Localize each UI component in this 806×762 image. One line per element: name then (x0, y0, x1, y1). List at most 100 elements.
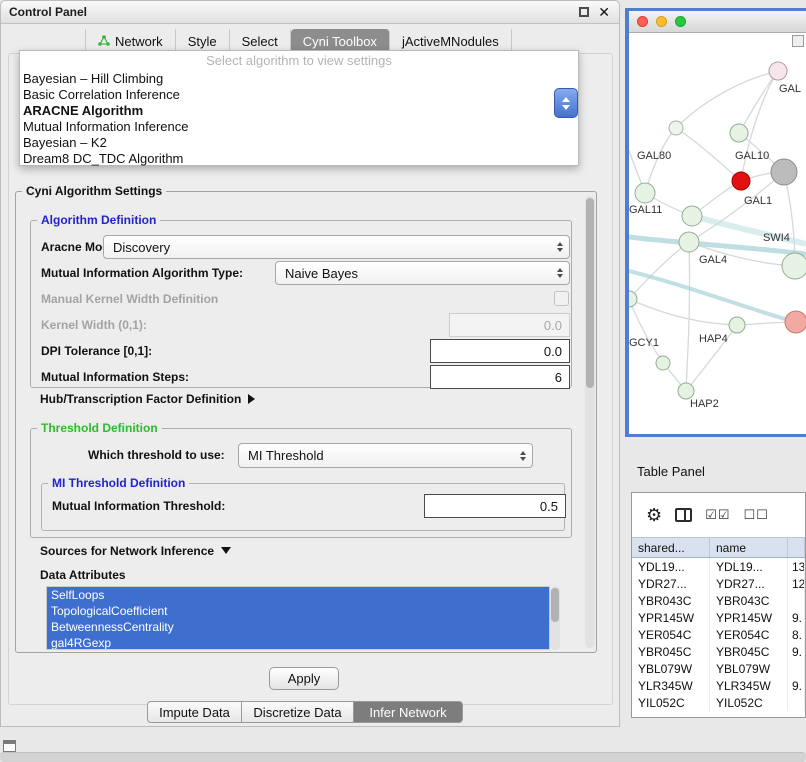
table-toolbar: ⚙ ☑☑ ☐☐ (632, 493, 805, 537)
network-canvas[interactable]: GALGAL80GAL10GAL11GAL1SWI4GAL4GCY1HAP4HA… (629, 33, 806, 434)
dpi-tolerance-input[interactable]: 0.0 (430, 339, 570, 363)
column-header-name[interactable]: name (710, 538, 788, 557)
dock-panel-icon[interactable] (3, 740, 16, 752)
network-node[interactable] (769, 62, 787, 80)
select-all-icon[interactable]: ☑☑ (705, 507, 730, 523)
algorithm-dropdown-popup: Select algorithm to view settings Bayesi… (19, 50, 579, 166)
table-cell: 9. (788, 677, 805, 694)
gear-icon[interactable]: ⚙ (646, 506, 662, 524)
algorithm-definition-group: Algorithm Definition Aracne Mode: Discov… (30, 220, 572, 388)
algorithm-option[interactable]: Bayesian – Hill Climbing (20, 71, 578, 87)
close-traffic-light-icon[interactable] (637, 16, 648, 27)
network-node[interactable] (682, 206, 702, 226)
network-node[interactable] (782, 253, 806, 279)
network-edge[interactable] (741, 71, 778, 181)
network-edge[interactable] (629, 242, 689, 299)
node-label: HAP2 (690, 398, 719, 410)
settings-scrollbar-thumb[interactable] (586, 198, 594, 388)
algorithm-option-list: Bayesian – Hill ClimbingBasic Correlatio… (20, 71, 578, 167)
algorithm-option[interactable]: Dream8 DC_TDC Algorithm (20, 151, 578, 167)
table-row[interactable]: YDR27...YDR27...12 (632, 575, 805, 592)
group-title: MI Threshold Definition (48, 476, 189, 490)
attributes-scrollbar[interactable] (550, 586, 560, 650)
mi-threshold-label: Mutual Information Threshold: (52, 494, 225, 518)
mi-steps-input[interactable]: 6 (430, 365, 570, 389)
algorithm-option[interactable]: ARACNE Algorithm (20, 103, 578, 119)
data-attributes-list[interactable]: SelfLoopsTopologicalCoefficientBetweenne… (46, 586, 550, 650)
field-value: 0.0 (544, 344, 562, 359)
attribute-item-selected[interactable]: BetweennessCentrality (47, 619, 549, 635)
zoom-traffic-light-icon[interactable] (675, 16, 686, 27)
which-threshold-select[interactable]: MI Threshold (238, 443, 533, 468)
aracne-mode-select[interactable]: Discovery (103, 235, 570, 259)
table-row[interactable]: YBR043CYBR043C (632, 592, 805, 609)
data-attributes-label: Data Attributes (40, 568, 126, 582)
algorithm-option[interactable]: Basic Correlation Inference (20, 87, 578, 103)
bottom-scrollbar[interactable] (0, 752, 806, 762)
algorithm-option[interactable]: Bayesian – K2 (20, 135, 578, 151)
network-edge[interactable] (629, 299, 663, 363)
control-panel-titlebar[interactable]: Control Panel ✕ (1, 1, 619, 24)
table-row[interactable]: YIL052CYIL052C (632, 694, 805, 711)
table-row[interactable]: YBL079WYBL079W (632, 660, 805, 677)
node-label: GAL11 (629, 204, 662, 216)
attribute-item-selected[interactable]: gal4RGexp (47, 635, 549, 650)
column-header-extra[interactable] (788, 538, 805, 557)
table-row[interactable]: YLR345WYLR345W9. (632, 677, 805, 694)
node-label: GAL1 (744, 195, 772, 207)
kernel-width-input[interactable]: 0.0 (449, 313, 570, 337)
manual-kernel-width-label: Manual Kernel Width Definition (41, 289, 218, 309)
deselect-all-icon[interactable]: ☐☐ (743, 507, 768, 523)
table-row[interactable]: YER054CYER054C8. (632, 626, 805, 643)
columns-icon[interactable] (675, 508, 692, 522)
attribute-item-selected[interactable]: TopologicalCoefficient (47, 603, 549, 619)
network-node[interactable] (669, 121, 683, 135)
network-window-titlebar[interactable] (629, 11, 806, 33)
algorithm-option[interactable]: Mutual Information Inference (20, 119, 578, 135)
tab-label: Network (115, 34, 163, 49)
selected-value: MI Threshold (248, 448, 514, 463)
tab-discretize-data[interactable]: Discretize Data (241, 701, 354, 723)
tab-infer-network[interactable]: Infer Network (353, 701, 463, 723)
network-node[interactable] (679, 232, 699, 252)
network-graph[interactable]: GALGAL80GAL10GAL11GAL1SWI4GAL4GCY1HAP4HA… (629, 33, 806, 434)
network-edge[interactable] (629, 271, 796, 322)
table-row[interactable]: YPR145WYPR145W9. (632, 609, 805, 626)
network-node[interactable] (730, 124, 748, 142)
sources-section-toggle[interactable]: Sources for Network Inference (40, 544, 231, 558)
apply-button[interactable]: Apply (269, 667, 339, 690)
float-window-icon[interactable] (579, 7, 589, 17)
group-title: Algorithm Definition (37, 213, 160, 227)
node-label: GAL10 (735, 150, 769, 162)
network-node[interactable] (729, 317, 745, 333)
network-node[interactable] (732, 172, 750, 190)
mi-threshold-input[interactable]: 0.5 (424, 494, 566, 518)
tab-label: Impute Data (159, 705, 230, 720)
column-header-shared-name[interactable]: shared... (632, 538, 710, 557)
table-row[interactable]: YBR045CYBR045C9. (632, 643, 805, 660)
settings-scrollbar[interactable] (585, 196, 595, 648)
attributes-scrollbar-thumb[interactable] (551, 588, 559, 622)
dpi-tolerance-label: DPI Tolerance [0,1]: (41, 339, 152, 363)
table-row[interactable]: YDL19...YDL19...13 (632, 558, 805, 575)
network-node[interactable] (656, 356, 670, 370)
minimize-traffic-light-icon[interactable] (656, 16, 667, 27)
algorithm-combobox-button[interactable] (554, 88, 578, 118)
close-icon[interactable]: ✕ (598, 4, 610, 20)
network-node[interactable] (678, 383, 694, 399)
network-edge[interactable] (686, 242, 690, 391)
network-node[interactable] (629, 291, 637, 307)
selected-value: Naive Bayes (285, 266, 551, 281)
manual-kernel-width-checkbox[interactable] (554, 291, 569, 306)
attribute-item-selected[interactable]: SelfLoops (47, 587, 549, 603)
tab-impute-data[interactable]: Impute Data (147, 701, 242, 723)
network-node[interactable] (771, 159, 797, 185)
birdseye-toggle[interactable] (792, 35, 804, 47)
network-edge[interactable] (676, 71, 778, 128)
network-node[interactable] (785, 311, 806, 333)
network-node[interactable] (635, 183, 655, 203)
network-edge[interactable] (629, 299, 737, 325)
mi-algorithm-type-select[interactable]: Naive Bayes (275, 261, 570, 285)
hub-section-toggle[interactable]: Hub/Transcription Factor Definition (40, 392, 255, 406)
table-cell: YER054C (710, 626, 788, 643)
